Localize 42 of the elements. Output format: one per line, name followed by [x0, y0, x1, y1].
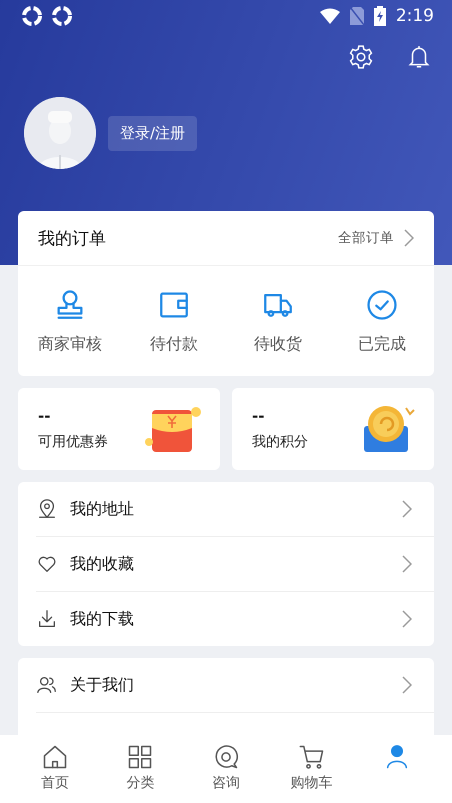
order-status-item[interactable]: 已完成 — [330, 288, 434, 354]
tab-bar-item[interactable]: 分类 — [98, 735, 184, 803]
sync-icon — [22, 6, 42, 26]
asset-value: -- — [38, 407, 52, 425]
wifi-icon — [320, 8, 340, 24]
asset-label: 可用优惠券 — [38, 433, 109, 451]
section-title: 我的订单 — [38, 228, 107, 250]
location-pin-icon — [36, 498, 58, 520]
chevron-right-icon — [402, 610, 412, 628]
order-status-item[interactable]: 待收货 — [226, 288, 330, 354]
home-icon — [40, 743, 69, 771]
tab-bar-item[interactable]: 首页 — [12, 735, 98, 803]
grid-icon — [126, 743, 154, 771]
asset-card[interactable]: -- 我的积分 — [232, 388, 434, 470]
chevron-right-icon — [402, 500, 412, 518]
notification-bell-icon[interactable] — [406, 44, 432, 70]
tab-bar-item[interactable]: 咨询 — [183, 735, 269, 803]
no-sim-icon — [350, 7, 364, 25]
download-icon — [36, 608, 58, 630]
cart-icon — [298, 743, 326, 771]
battery-charging-icon — [374, 6, 386, 26]
menu-item[interactable]: 我的收藏 — [36, 537, 434, 592]
asset-card[interactable]: -- 可用优惠券 — [18, 388, 220, 470]
all-orders-link[interactable]: 全部订单 — [338, 229, 414, 247]
settings-icon[interactable] — [348, 44, 374, 70]
check-circle-icon — [365, 288, 399, 322]
asset-value: -- — [252, 407, 266, 425]
menu-item[interactable]: 关于我们 — [36, 658, 434, 713]
tab-bar-item[interactable]: 购物车 — [268, 735, 354, 803]
chevron-right-icon — [402, 676, 412, 694]
asset-label: 我的积分 — [252, 433, 309, 451]
envelope-icon — [144, 404, 204, 454]
chevron-right-icon — [402, 555, 412, 573]
chevron-right-icon — [404, 229, 414, 247]
order-status-item[interactable]: 待付款 — [122, 288, 226, 354]
sync-icon — [52, 6, 72, 26]
order-status-item[interactable]: 商家审核 — [18, 288, 122, 354]
login-register-button[interactable]: 登录/注册 — [108, 116, 198, 150]
menu-item[interactable]: 我的下载 — [36, 592, 434, 646]
people-icon — [36, 674, 58, 696]
status-time: 2:19 — [396, 6, 434, 26]
menu-item[interactable]: 我的地址 — [36, 482, 434, 537]
